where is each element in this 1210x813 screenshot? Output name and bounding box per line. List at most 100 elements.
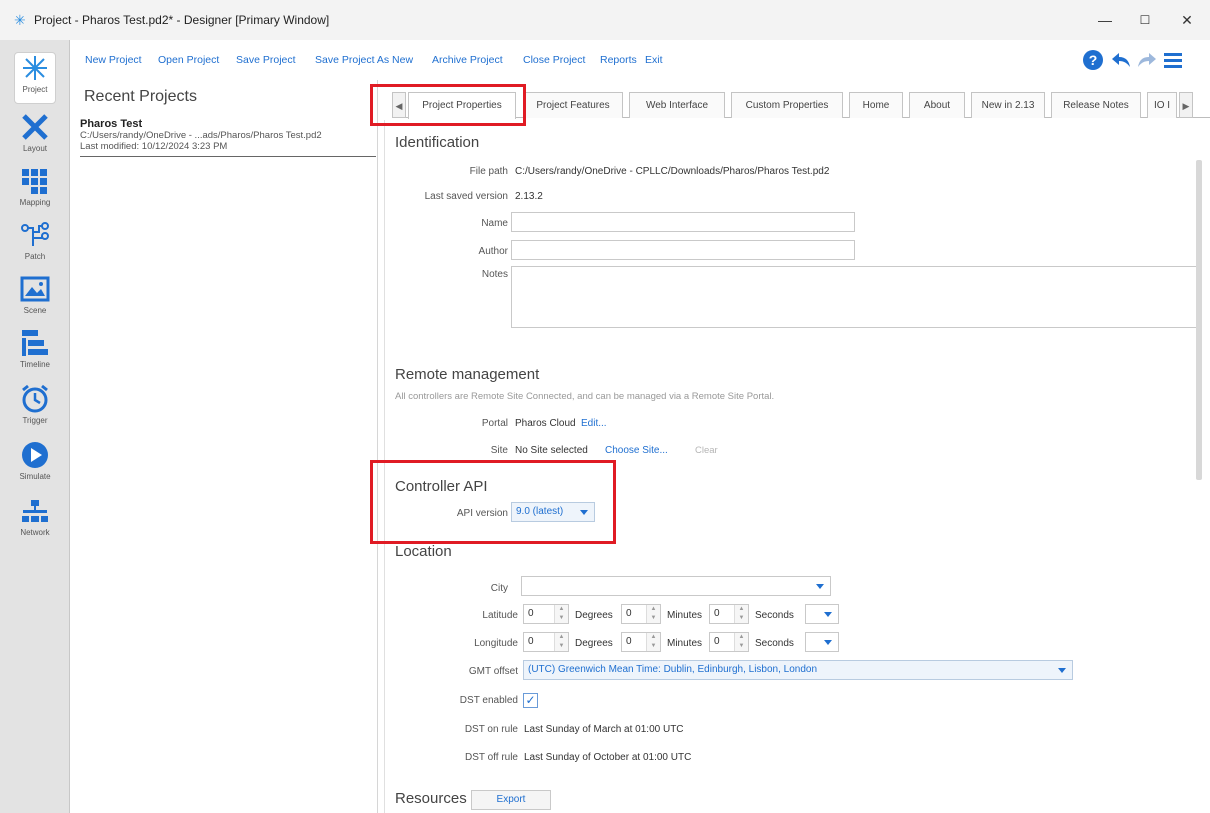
redo-icon[interactable]	[1136, 49, 1158, 71]
notes-label: Notes	[481, 269, 508, 280]
file-path-label: File path	[469, 166, 508, 177]
menu-bar: New Project Open Project Save Project Sa…	[70, 40, 1210, 80]
portal-edit-link[interactable]: Edit...	[581, 418, 607, 429]
menu-reports[interactable]: Reports	[600, 54, 637, 66]
tab-about[interactable]: About	[909, 92, 965, 118]
notes-textarea[interactable]	[511, 266, 1197, 328]
tool-network[interactable]: Network	[17, 496, 53, 548]
title-bar: ✳ Project - Pharos Test.pd2* - Designer …	[0, 0, 1210, 40]
longitude-minutes-value: 0	[626, 636, 632, 647]
tab-io[interactable]: IO I	[1147, 92, 1177, 118]
chevron-down-icon	[816, 584, 824, 589]
menu-save-project[interactable]: Save Project	[236, 54, 296, 66]
author-input[interactable]	[511, 240, 855, 260]
choose-site-link[interactable]: Choose Site...	[605, 445, 668, 456]
help-icon[interactable]: ?	[1082, 49, 1104, 71]
gmt-offset-label: GMT offset	[468, 666, 518, 677]
longitude-direction-select[interactable]	[805, 632, 839, 652]
tab-home[interactable]: Home	[849, 92, 903, 118]
chevron-down-icon	[824, 640, 832, 645]
tool-timeline[interactable]: Timeline	[17, 328, 53, 380]
dst-on-rule-label: DST on rule	[464, 724, 518, 735]
api-version-value: 9.0 (latest)	[516, 506, 564, 517]
export-button[interactable]: Export	[471, 790, 551, 810]
remote-description: All controllers are Remote Site Connecte…	[395, 391, 775, 402]
maximize-button[interactable]: ☐	[1130, 8, 1160, 32]
tab-scroll-left[interactable]: ◀	[392, 92, 406, 118]
dst-on-rule-value: Last Sunday of March at 01:00 UTC	[524, 724, 684, 735]
portal-value: Pharos Cloud	[515, 418, 576, 429]
tab-project-properties[interactable]: Project Properties	[408, 92, 516, 119]
degrees-label: Degrees	[575, 610, 613, 621]
minimize-button[interactable]: —	[1090, 8, 1120, 32]
longitude-minutes-stepper[interactable]: 0 ▲ ▼	[621, 632, 661, 652]
longitude-seconds-stepper[interactable]: 0 ▲ ▼	[709, 632, 749, 652]
clear-site-link[interactable]: Clear	[695, 445, 718, 456]
tab-custom-properties[interactable]: Custom Properties	[731, 92, 843, 118]
undo-icon[interactable]	[1110, 49, 1132, 71]
tool-label: Mapping	[19, 198, 51, 207]
tab-web-interface[interactable]: Web Interface	[629, 92, 725, 118]
tool-simulate[interactable]: Simulate	[17, 440, 53, 492]
city-select[interactable]	[521, 576, 831, 596]
tool-mapping[interactable]: Mapping	[17, 166, 53, 218]
stepper-arrows-icon[interactable]: ▲ ▼	[646, 633, 660, 651]
menu-open-project[interactable]: Open Project	[158, 54, 219, 66]
close-button[interactable]: ✕	[1172, 8, 1202, 32]
tool-project[interactable]: Project	[14, 52, 56, 104]
app-icon: ✳	[14, 12, 26, 28]
stepper-arrows-icon[interactable]: ▲ ▼	[554, 633, 568, 651]
stepper-arrows-icon[interactable]: ▲ ▼	[554, 605, 568, 623]
svg-text:?: ?	[1089, 52, 1098, 68]
tab-release-notes[interactable]: Release Notes	[1051, 92, 1141, 118]
dst-off-rule-value: Last Sunday of October at 01:00 UTC	[524, 752, 692, 763]
tool-layout[interactable]: Layout	[17, 112, 53, 164]
latitude-direction-select[interactable]	[805, 604, 839, 624]
tab-new-in-2-13[interactable]: New in 2.13	[971, 92, 1045, 118]
menu-exit[interactable]: Exit	[645, 54, 663, 66]
tab-scroll-right[interactable]: ▶	[1179, 92, 1193, 118]
mapping-icon	[22, 169, 47, 194]
seconds-label: Seconds	[755, 610, 794, 621]
tool-label: Timeline	[20, 360, 50, 369]
menu-close-project[interactable]: Close Project	[523, 54, 585, 66]
site-value: No Site selected	[515, 445, 588, 456]
stepper-arrows-icon[interactable]: ▲ ▼	[734, 633, 748, 651]
last-saved-value: 2.13.2	[515, 191, 543, 202]
menu-archive-project[interactable]: Archive Project	[432, 54, 503, 66]
dst-enabled-checkbox[interactable]: ✓	[523, 693, 538, 708]
latitude-seconds-stepper[interactable]: 0 ▲ ▼	[709, 604, 749, 624]
latitude-minutes-value: 0	[626, 608, 632, 619]
content-scrollbar[interactable]	[1196, 160, 1202, 480]
latitude-degrees-stepper[interactable]: 0 ▲ ▼	[523, 604, 569, 624]
minutes-label: Minutes	[667, 638, 703, 649]
recent-project-name: Pharos Test	[80, 118, 143, 130]
longitude-label: Longitude	[474, 638, 518, 649]
section-location: Location	[395, 543, 452, 560]
latitude-minutes-stepper[interactable]: 0 ▲ ▼	[621, 604, 661, 624]
longitude-degrees-stepper[interactable]: 0 ▲ ▼	[523, 632, 569, 652]
tool-patch[interactable]: Patch	[17, 220, 53, 272]
gmt-offset-select[interactable]: (UTC) Greenwich Mean Time: Dublin, Edinb…	[523, 660, 1073, 680]
stepper-arrows-icon[interactable]: ▲ ▼	[734, 605, 748, 623]
main-panel: ◀ Project Properties Project Features We…	[378, 80, 1210, 813]
chevron-down-icon	[580, 510, 588, 515]
tool-scene[interactable]: Scene	[17, 274, 53, 326]
tool-trigger[interactable]: Trigger	[17, 384, 53, 436]
recent-project-item[interactable]: Pharos Test C:/Users/randy/OneDrive - ..…	[80, 118, 376, 157]
dst-off-rule-label: DST off rule	[465, 752, 518, 763]
tool-label: Trigger	[22, 416, 48, 425]
chevron-down-icon	[824, 612, 832, 617]
menu-save-project-as-new[interactable]: Save Project As New	[315, 54, 413, 66]
name-input[interactable]	[511, 212, 855, 232]
window-title: Project - Pharos Test.pd2* - Designer [P…	[34, 13, 330, 27]
hamburger-menu-icon[interactable]	[1162, 49, 1184, 71]
section-remote-management: Remote management	[395, 366, 540, 383]
menu-new-project[interactable]: New Project	[85, 54, 142, 66]
stepper-arrows-icon[interactable]: ▲ ▼	[646, 605, 660, 623]
recent-project-modified: Last modified: 10/12/2024 3:23 PM	[80, 141, 228, 152]
file-path-value: C:/Users/randy/OneDrive - CPLLC/Download…	[515, 166, 830, 177]
author-label: Author	[478, 246, 508, 257]
tab-project-features[interactable]: Project Features	[523, 92, 623, 118]
api-version-select[interactable]: 9.0 (latest)	[511, 502, 595, 522]
